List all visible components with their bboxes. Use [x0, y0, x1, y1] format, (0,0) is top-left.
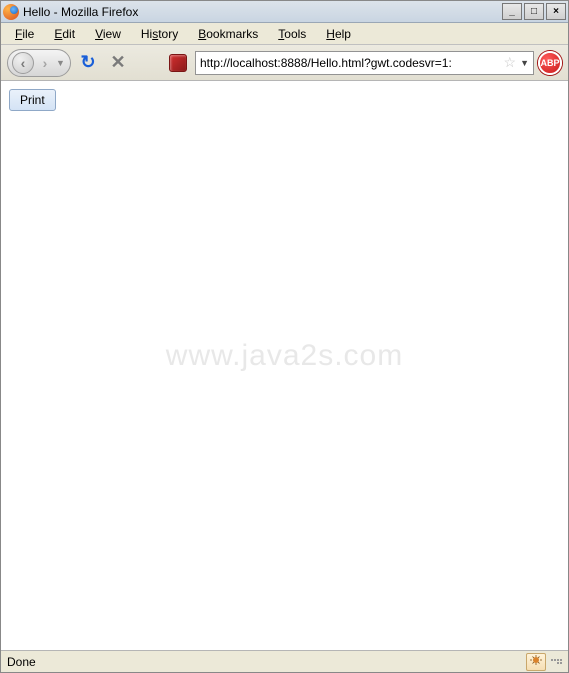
- resize-grip[interactable]: [550, 659, 562, 664]
- url-text[interactable]: http://localhost:8888/Hello.html?gwt.cod…: [200, 56, 500, 70]
- status-bar: Done: [1, 650, 568, 672]
- minimize-button[interactable]: _: [502, 3, 522, 20]
- nav-back-forward-group: ‹ › ▼: [7, 49, 71, 77]
- navigation-toolbar: ‹ › ▼ ↻ ✕ http://localhost:8888/Hello.ht…: [1, 45, 568, 81]
- menu-bar: File Edit View History Bookmarks Tools H…: [1, 23, 568, 45]
- menu-tools[interactable]: Tools: [270, 25, 314, 43]
- maximize-button[interactable]: □: [524, 3, 544, 20]
- stop-icon: ✕: [110, 52, 125, 73]
- menu-help[interactable]: Help: [318, 25, 359, 43]
- menu-history[interactable]: History: [133, 25, 186, 43]
- menu-edit[interactable]: Edit: [46, 25, 83, 43]
- print-button[interactable]: Print: [9, 89, 56, 111]
- menu-file[interactable]: File: [7, 25, 42, 43]
- close-button[interactable]: ×: [546, 3, 566, 20]
- window-controls: _ □ ×: [502, 3, 566, 20]
- url-bar[interactable]: http://localhost:8888/Hello.html?gwt.cod…: [195, 51, 534, 75]
- watermark-text: www.java2s.com: [166, 338, 403, 372]
- reload-button[interactable]: ↻: [75, 50, 101, 76]
- menu-view[interactable]: View: [87, 25, 129, 43]
- forward-button[interactable]: ›: [34, 52, 56, 74]
- page-content: Print www.java2s.com: [1, 81, 568, 650]
- window-title: Hello - Mozilla Firefox: [23, 5, 502, 19]
- history-dropdown-icon[interactable]: ▼: [56, 58, 66, 68]
- menu-bookmarks[interactable]: Bookmarks: [190, 25, 266, 43]
- firebug-button[interactable]: [526, 653, 546, 671]
- bookmark-star-icon[interactable]: ☆: [504, 54, 517, 71]
- window-titlebar: Hello - Mozilla Firefox _ □ ×: [1, 1, 568, 23]
- adblock-plus-button[interactable]: ABP: [538, 51, 562, 75]
- status-text: Done: [7, 655, 526, 669]
- abp-label: ABP: [540, 58, 559, 68]
- stop-button[interactable]: ✕: [105, 50, 131, 76]
- firebug-icon: [530, 654, 542, 669]
- favicon-icon: [169, 54, 187, 72]
- home-button[interactable]: [135, 50, 161, 76]
- back-button[interactable]: ‹: [12, 52, 34, 74]
- firefox-icon: [3, 4, 19, 20]
- url-dropdown-icon[interactable]: ▼: [520, 58, 529, 68]
- reload-icon: ↻: [80, 52, 95, 73]
- site-favicon: [165, 50, 191, 76]
